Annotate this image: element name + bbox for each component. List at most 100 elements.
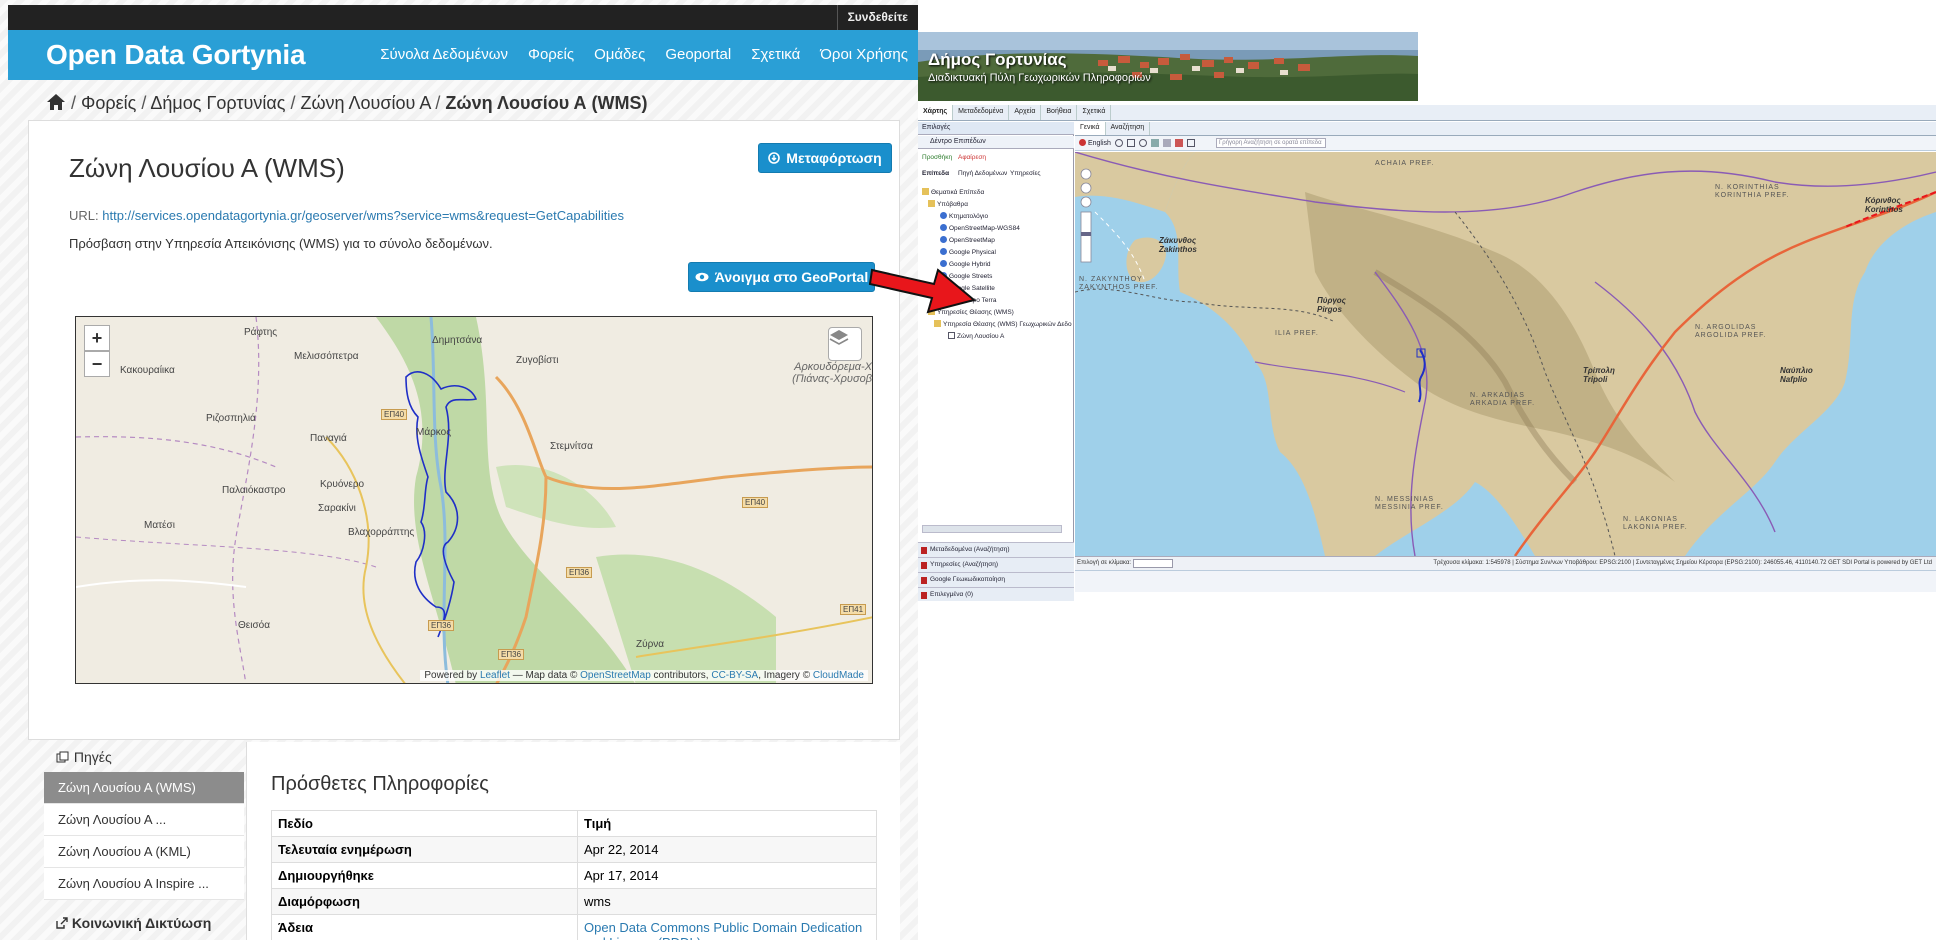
- city-label: Ναύπλιο: [1780, 366, 1813, 375]
- tab-map[interactable]: Χάρτης: [918, 105, 954, 120]
- layers-control[interactable]: [828, 327, 862, 361]
- field-cell: Δημιουργήθηκε: [271, 862, 578, 889]
- license-link[interactable]: Open Data Commons Public Domain Dedicati…: [584, 920, 862, 940]
- tree-node-label: OpenStreetMap: [949, 237, 995, 244]
- cloudmade-link[interactable]: CloudMade: [813, 670, 864, 681]
- tree-node[interactable]: Υπόβαθρα: [928, 200, 968, 208]
- login-link[interactable]: Συνδεθείτε: [836, 5, 918, 30]
- accordion-item[interactable]: Google Γεωκωδικοποίηση: [918, 572, 1074, 587]
- road-badge: ΕΠ41: [840, 604, 867, 615]
- tab-general[interactable]: Γενικά: [1075, 122, 1106, 135]
- zoom-out-button[interactable]: −: [84, 351, 110, 377]
- open-geoportal-button[interactable]: Άνοιγμα στο GeoPortal: [688, 262, 875, 292]
- tab-search[interactable]: Αναζήτηση: [1106, 122, 1151, 135]
- map-place-label: Αρκουδόρεμα-Χ (Πιάνας-Χρυσοβ: [792, 361, 872, 385]
- osm-link[interactable]: OpenStreetMap: [580, 670, 651, 681]
- zoom-tool-icon[interactable]: [1115, 139, 1123, 147]
- site-logo[interactable]: Open Data Gortynia: [46, 39, 306, 71]
- leaflet-map[interactable]: + − Ράφτης Δημητσάνα Μελισσόπετρα Ζυγοβί…: [75, 316, 873, 684]
- tab-files[interactable]: Αρχεία: [1009, 105, 1042, 120]
- map-place-label: Παλαιόκαστρο: [222, 485, 286, 496]
- copy-icon: [56, 751, 69, 763]
- geoportal-map[interactable]: ACHAIA PREF. ILIA PREF. N. ZAKYNTHOY ZAK…: [1075, 152, 1936, 556]
- language-switch[interactable]: English: [1079, 139, 1111, 147]
- accordion-item[interactable]: Υπηρεσίες (Αναζήτηση): [918, 557, 1074, 572]
- status-info: Τρέχουσα κλίμακα: 1:545978 | Σύστημα Συν…: [1433, 560, 1932, 566]
- zoom-in-button[interactable]: +: [84, 325, 110, 351]
- social-heading-label: Κοινωνική Δικτύωση: [71, 915, 212, 931]
- measure-tool-icon[interactable]: [1151, 139, 1159, 147]
- pan-tool-icon[interactable]: [1127, 139, 1135, 147]
- subtab-services[interactable]: Υπηρεσίες: [1010, 170, 1041, 177]
- url-line: URL: http://services.opendatagortynia.gr…: [69, 208, 624, 223]
- nav-geoportal[interactable]: Geoportal: [665, 46, 731, 63]
- nav-datasets[interactable]: Σύνολα Δεδομένων: [380, 46, 508, 63]
- options-header[interactable]: Επιλογές: [918, 122, 1074, 135]
- resource-item[interactable]: Ζώνη Λουσίου Α ...: [44, 804, 244, 836]
- quick-search-input[interactable]: Γρήγορη Αναζήτηση σε ορατά επίπεδα: [1216, 138, 1326, 148]
- info-tool-icon[interactable]: [1139, 139, 1147, 147]
- resource-item-wms[interactable]: Ζώνη Λουσίου Α (WMS): [44, 772, 244, 804]
- print-tool-icon[interactable]: [1163, 139, 1171, 147]
- bottom-panel: [1075, 570, 1936, 592]
- tree-node-label: Υπόβαθρα: [937, 201, 969, 208]
- map-label: N. ARGOLIDAS: [1695, 324, 1757, 331]
- breadcrumb-item[interactable]: Δήμος Γορτυνίας: [150, 93, 285, 113]
- tree-node-label: OpenStreetMap-WGS84: [949, 225, 1020, 232]
- horizontal-scrollbar[interactable]: [922, 525, 1062, 533]
- resource-item-kml[interactable]: Ζώνη Λουσίου Α (KML): [44, 836, 244, 868]
- subtab-datasource[interactable]: Πηγή Δεδομένων: [958, 170, 1007, 177]
- leaflet-link[interactable]: Leaflet: [480, 670, 510, 681]
- tree-node[interactable]: Υπηρεσία Θέασης (WMS) Γεωχωρικών Δεδο: [934, 320, 1072, 328]
- select-tool-icon[interactable]: [1187, 139, 1195, 147]
- resource-url[interactable]: http://services.opendatagortynia.gr/geos…: [102, 208, 624, 223]
- nav-groups[interactable]: Ομάδες: [594, 46, 645, 63]
- home-icon[interactable]: [46, 93, 66, 111]
- nav-about[interactable]: Σχετικά: [751, 46, 800, 63]
- map-place-label: Μελισσόπετρα: [294, 351, 359, 362]
- resource-item-inspire[interactable]: Ζώνη Λουσίου Α Inspire ...: [44, 868, 244, 900]
- tree-node[interactable]: Κτηματολόγιο: [940, 212, 988, 220]
- account-bar: Συνδεθείτε: [8, 5, 918, 30]
- tab-about[interactable]: Σχετικά: [1077, 105, 1112, 120]
- breadcrumb-item[interactable]: Ζώνη Λουσίου Α: [300, 93, 430, 113]
- road-badge: ΕΠ36: [428, 620, 455, 631]
- map-place-label: Ριζοσπηλιά: [206, 413, 256, 424]
- license-link[interactable]: CC-BY-SA: [711, 670, 758, 681]
- accordion-item[interactable]: Μεταδεδομένα (Αναζήτηση): [918, 542, 1074, 557]
- download-button[interactable]: Μεταφόρτωση: [758, 143, 892, 173]
- tree-node[interactable]: Ζώνη Λουσίου Α: [948, 332, 1004, 340]
- accordion-item[interactable]: Επιλεγμένα (0): [918, 587, 1074, 601]
- scale-select-label: Επιλογή σε κλίμακα:: [1077, 560, 1132, 566]
- value-cell: wms: [577, 888, 877, 915]
- tree-node[interactable]: Θεματικά Επίπεδα: [922, 188, 984, 196]
- layer-tree-header[interactable]: Δέντρο Επιπέδων: [918, 136, 1074, 149]
- map-label: N. MESSINIAS: [1375, 496, 1435, 503]
- tree-node[interactable]: Google Physical: [940, 248, 996, 256]
- map-label: ARKADIA PREF.: [1470, 400, 1536, 407]
- url-label: URL:: [69, 208, 99, 223]
- breadcrumb-item[interactable]: Φορείς: [81, 93, 136, 113]
- resources-heading-label: Πηγές: [73, 749, 112, 765]
- map-label: N. ARKADIAS: [1470, 392, 1525, 399]
- nav-terms[interactable]: Όροι Χρήσης: [820, 46, 908, 63]
- map-place-label: Κρυόνερο: [320, 479, 365, 490]
- tree-node[interactable]: OpenStreetMap-WGS84: [940, 224, 1020, 232]
- city-label: Κόρινθος: [1865, 196, 1901, 205]
- add-layer-link[interactable]: Προσθήκη: [922, 154, 952, 161]
- clear-tool-icon[interactable]: [1175, 139, 1183, 147]
- col-header-value: Τιμή: [577, 810, 877, 837]
- subtab-layers[interactable]: Επίπεδα: [922, 170, 949, 177]
- remove-layer-link[interactable]: Αφαίρεση: [958, 154, 986, 161]
- scale-select[interactable]: [1133, 559, 1173, 568]
- terrain-map: [1075, 152, 1936, 556]
- map-place-label: Μάρκος: [416, 427, 452, 438]
- page-title: Ζώνη Λουσίου Α (WMS): [69, 153, 345, 183]
- nav-organizations[interactable]: Φορείς: [528, 46, 574, 63]
- table-row: Διαμόρφωση wms: [271, 888, 877, 915]
- map-toolbar: English Γρήγορη Αναζήτηση σε ορατά επίπε…: [1075, 136, 1936, 151]
- tab-help[interactable]: Βοήθεια: [1041, 105, 1078, 120]
- tab-metadata[interactable]: Μεταδεδομένα: [953, 105, 1010, 120]
- layers-icon: [829, 330, 849, 345]
- tree-node[interactable]: OpenStreetMap: [940, 236, 995, 244]
